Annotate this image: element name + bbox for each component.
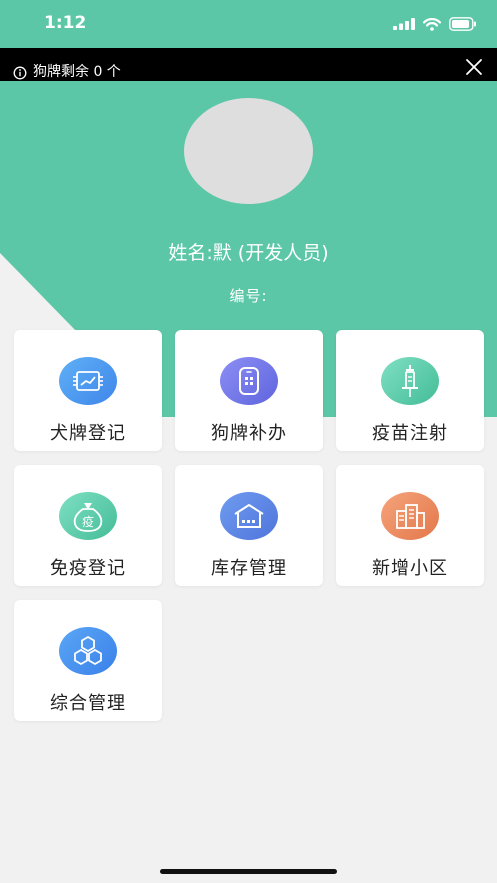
wifi-icon — [423, 17, 441, 31]
tile-icon-bg: 疫 — [59, 492, 117, 540]
tile-label: 免疫登记 — [50, 558, 126, 579]
menu-tile-dog-tag-reissue[interactable]: 狗牌补办 — [175, 330, 323, 451]
close-icon[interactable] — [462, 55, 486, 79]
tile-icon-bg — [220, 492, 278, 540]
tile-icon-bg — [59, 627, 117, 675]
status-time: 1:12 — [44, 13, 87, 33]
menu-tile-dog-tag-registration[interactable]: 犬牌登记 — [14, 330, 162, 451]
menu-tile-immunization-registration[interactable]: 疫 免疫登记 — [14, 465, 162, 586]
building-icon — [396, 504, 425, 529]
hexagons-icon — [74, 636, 102, 666]
menu-tile-vaccination[interactable]: 疫苗注射 — [336, 330, 484, 451]
tile-label: 综合管理 — [50, 693, 126, 714]
home-indicator[interactable] — [160, 869, 337, 874]
tile-label: 疫苗注射 — [372, 423, 448, 444]
menu-tile-add-community[interactable]: 新增小区 — [336, 465, 484, 586]
info-circle-icon — [13, 66, 27, 80]
svg-text:疫: 疫 — [82, 514, 94, 529]
menu-tile-comprehensive-management[interactable]: 综合管理 — [14, 600, 162, 721]
notice-bar: 狗牌剩余 0 个 — [0, 48, 497, 81]
status-bar: 1:12 — [0, 0, 497, 48]
tile-label: 新增小区 — [372, 558, 448, 579]
avatar[interactable] — [184, 98, 313, 204]
user-id-label: 编号: — [229, 287, 268, 305]
tile-icon-bg — [381, 492, 439, 540]
tag-device-icon — [239, 367, 259, 395]
tile-label: 犬牌登记 — [50, 423, 126, 444]
tile-label: 狗牌补办 — [211, 423, 287, 444]
registration-card-icon — [73, 371, 103, 391]
tile-icon-bg — [220, 357, 278, 405]
immunization-bag-icon: 疫 — [73, 503, 103, 532]
signal-icon — [393, 18, 415, 30]
tile-label: 库存管理 — [211, 558, 287, 579]
tile-icon-bg — [59, 357, 117, 405]
status-icons — [393, 16, 477, 32]
notice-text: 狗牌剩余 0 个 — [33, 64, 121, 80]
battery-icon — [449, 17, 476, 31]
syringe-icon — [402, 365, 418, 397]
user-name: 姓名:默 (开发人员) — [168, 242, 329, 264]
tile-icon-bg — [381, 357, 439, 405]
warehouse-icon — [234, 504, 264, 528]
menu-tile-inventory[interactable]: 库存管理 — [175, 465, 323, 586]
